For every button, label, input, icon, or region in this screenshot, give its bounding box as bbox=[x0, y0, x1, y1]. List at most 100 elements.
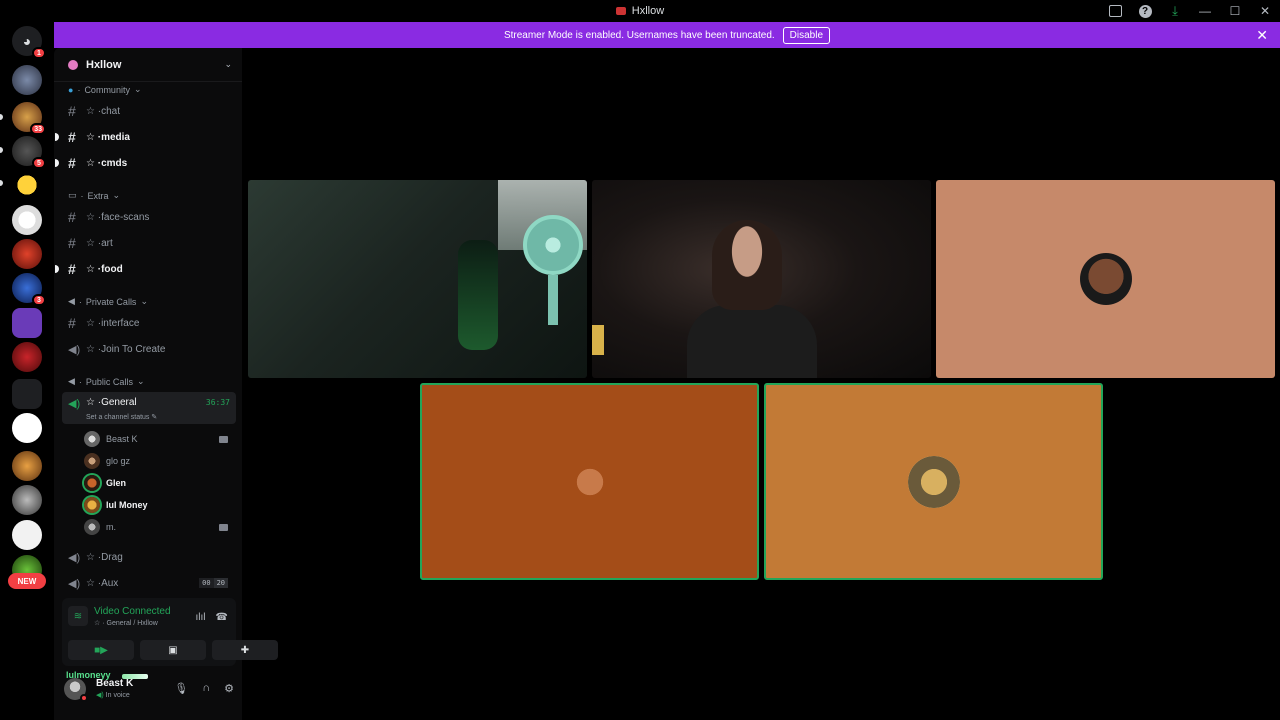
camera-scene bbox=[458, 240, 498, 350]
user-name[interactable]: Beast K bbox=[96, 678, 133, 689]
download-button[interactable]: ⤓ bbox=[1160, 0, 1190, 22]
disable-streamer-mode-button[interactable]: Disable bbox=[782, 26, 831, 44]
voice-status-label[interactable]: Video Connected bbox=[94, 606, 171, 617]
video-tile-avatar[interactable] bbox=[936, 180, 1275, 378]
channel-chat[interactable]: # ☆ · chat bbox=[62, 100, 236, 122]
video-icon bbox=[219, 435, 228, 443]
server-icon[interactable] bbox=[12, 413, 42, 443]
help-button[interactable]: ? bbox=[1130, 0, 1160, 22]
category-label: Community bbox=[84, 84, 130, 95]
user-count: 00 bbox=[199, 578, 214, 588]
pencil-icon: ✎ bbox=[151, 414, 158, 421]
voice-user[interactable]: Glen bbox=[84, 472, 234, 494]
category-label: Extra bbox=[87, 190, 109, 201]
headphones-icon[interactable]: ∩ bbox=[202, 682, 210, 695]
server-icon[interactable] bbox=[12, 308, 42, 338]
server-icon[interactable] bbox=[12, 170, 42, 200]
server-icon[interactable] bbox=[12, 205, 42, 235]
category-public-calls[interactable]: ◀ · Public Calls ⌄ bbox=[68, 376, 145, 387]
minimize-button[interactable]: — bbox=[1190, 0, 1220, 22]
microphone-icon[interactable]: 🎙︎ bbox=[174, 682, 188, 695]
folder-icon[interactable] bbox=[12, 379, 42, 409]
voice-user[interactable]: m. bbox=[84, 516, 234, 538]
text-channel-icon: # bbox=[68, 261, 76, 277]
voice-user[interactable]: lul Money bbox=[84, 494, 234, 516]
server-icon[interactable]: 5 bbox=[12, 136, 46, 169]
maximize-button[interactable]: ☐ bbox=[1220, 0, 1250, 22]
avatar bbox=[84, 453, 100, 469]
channel-food[interactable]: # ☆ · food bbox=[55, 258, 236, 280]
video-tile-avatar[interactable] bbox=[764, 383, 1103, 580]
channel-join-to-create[interactable]: ◀) ☆ · Join To Create bbox=[62, 338, 236, 360]
close-window-button[interactable]: ✕ bbox=[1250, 0, 1280, 22]
call-timer: 36:37 bbox=[205, 398, 230, 407]
camera-scene bbox=[687, 305, 817, 378]
server-icon[interactable] bbox=[12, 239, 42, 269]
voice-location[interactable]: ☆ · General / Hxllow bbox=[94, 619, 171, 627]
video-tile-avatar[interactable] bbox=[420, 383, 759, 580]
inbox-button[interactable] bbox=[1100, 0, 1130, 22]
noise-suppression-icon[interactable]: ılıl bbox=[196, 612, 206, 623]
star-icon: ☆ · bbox=[86, 263, 102, 275]
channel-interface[interactable]: # ☆ · interface bbox=[62, 312, 236, 334]
camera-scene bbox=[592, 325, 604, 355]
voice-channel-icon: ◀) bbox=[68, 551, 81, 564]
screen-share-button[interactable]: ▣ bbox=[140, 640, 206, 660]
channel-drag[interactable]: ◀) ☆ · Drag bbox=[62, 546, 236, 568]
text-channel-icon: # bbox=[68, 235, 76, 251]
channel-art[interactable]: # ☆ · art bbox=[62, 232, 236, 254]
globe-icon: ● bbox=[68, 84, 74, 95]
user-status-text: In voice bbox=[105, 692, 130, 699]
video-tile-camera[interactable] bbox=[248, 180, 587, 378]
video-tile-camera[interactable] bbox=[592, 180, 931, 378]
channel-general[interactable]: ◀) ☆ · General 36:37 Set a channel statu… bbox=[62, 392, 236, 424]
voice-channel-icon: ◀) bbox=[68, 398, 81, 410]
star-icon: ☆ · bbox=[86, 157, 102, 169]
camera-scene bbox=[548, 275, 558, 325]
category-separator: · bbox=[78, 376, 82, 387]
signal-icon[interactable]: ≋ bbox=[68, 606, 88, 626]
star-icon: ☆ · bbox=[86, 317, 102, 329]
channel-label: chat bbox=[101, 105, 120, 117]
voice-panel-buttons: ■▶ ▣ ✚ bbox=[68, 640, 278, 660]
unread-indicator bbox=[55, 159, 59, 167]
server-icon[interactable] bbox=[12, 485, 42, 515]
channel-aux[interactable]: ◀) ☆ · Aux 00 20 bbox=[62, 572, 236, 594]
banner-close-icon[interactable]: ✕ bbox=[1256, 27, 1268, 44]
server-icon[interactable] bbox=[12, 65, 42, 95]
category-extra[interactable]: ▭ · Extra ⌄ bbox=[68, 190, 120, 201]
channel-face-scans[interactable]: # ☆ · face-scans bbox=[62, 206, 236, 228]
camera-button[interactable]: ■▶ bbox=[68, 640, 134, 660]
server-icon[interactable]: 33 bbox=[12, 102, 46, 135]
channel-status-text: Set a channel status bbox=[86, 414, 150, 421]
server-icon[interactable] bbox=[12, 520, 42, 550]
server-badge-icon bbox=[68, 59, 78, 70]
voice-user-name: Glen bbox=[106, 478, 127, 488]
disconnect-icon[interactable]: ☎ bbox=[216, 612, 228, 623]
activities-button[interactable]: ✚ bbox=[212, 640, 278, 660]
voice-status: ≋ Video Connected ☆ · General / Hxllow bbox=[68, 606, 171, 627]
voice-user[interactable]: Beast K bbox=[84, 428, 234, 450]
server-icon[interactable] bbox=[12, 451, 42, 481]
voice-user[interactable]: glo gz bbox=[84, 450, 234, 472]
server-icon[interactable] bbox=[12, 342, 42, 372]
star-icon: ☆ · bbox=[86, 551, 102, 563]
server-badge: 3 bbox=[32, 294, 46, 306]
server-header[interactable]: Hxllow ⌄ bbox=[54, 48, 242, 82]
home-button[interactable]: ◕ 1 bbox=[12, 26, 46, 59]
channel-status[interactable]: Set a channel status ✎ bbox=[86, 413, 157, 421]
category-community[interactable]: ● · Community ⌄ bbox=[68, 84, 142, 95]
channel-media[interactable]: # ☆ · media bbox=[55, 126, 236, 148]
category-private-calls[interactable]: ◀ · Private Calls ⌄ bbox=[68, 296, 148, 307]
close-icon: ✕ bbox=[1259, 4, 1271, 18]
channel-label: interface bbox=[101, 317, 140, 329]
server-icon[interactable]: 3 bbox=[12, 273, 46, 306]
user-controls: 🎙︎ ∩ ⚙ bbox=[174, 682, 234, 695]
text-channel-icon: # bbox=[68, 209, 76, 225]
channel-label: Drag bbox=[101, 551, 123, 563]
gear-icon[interactable]: ⚙ bbox=[224, 682, 234, 695]
channel-cmds[interactable]: # ☆ · cmds bbox=[55, 152, 236, 174]
banner-text: Streamer Mode is enabled. Usernames have… bbox=[503, 29, 775, 41]
home-badge: 1 bbox=[32, 47, 46, 59]
unread-pill bbox=[0, 147, 3, 153]
